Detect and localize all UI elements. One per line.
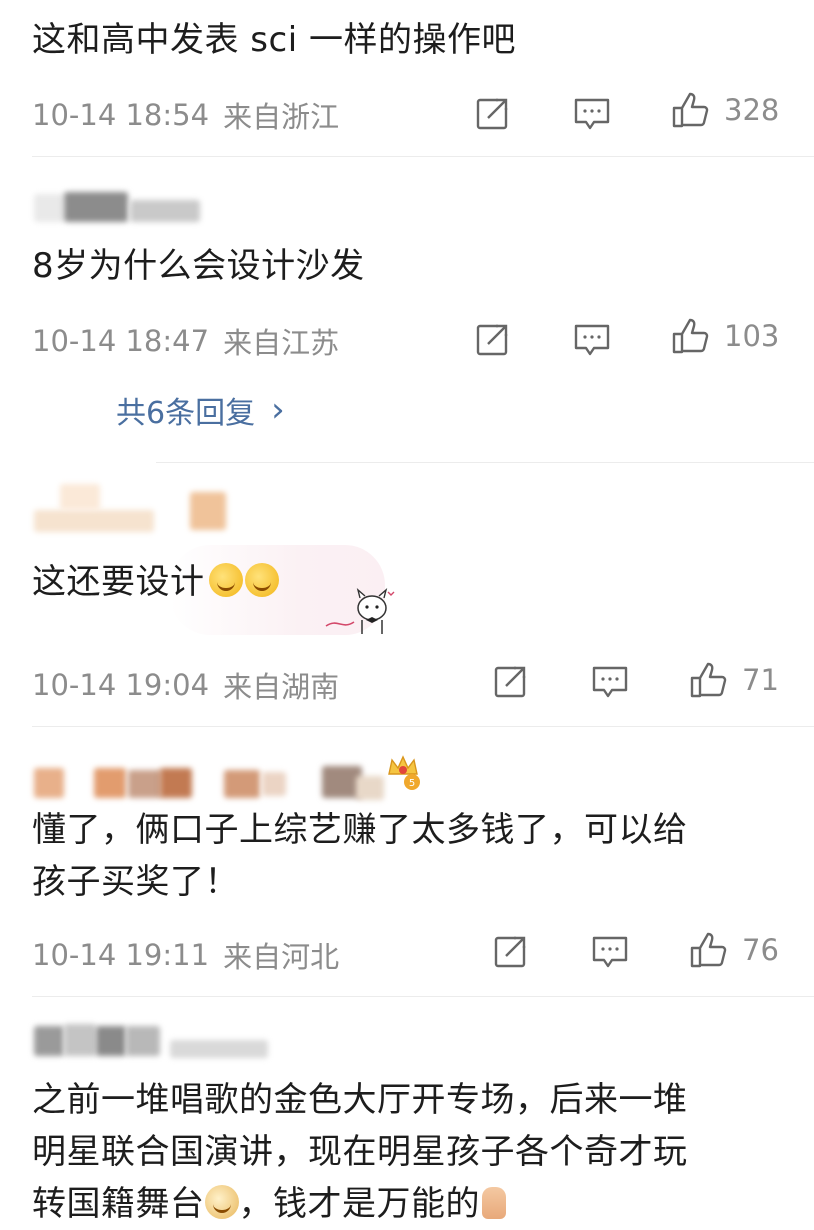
like-button[interactable]: 76 bbox=[688, 930, 779, 970]
comment-line-part: 转国籍舞台 bbox=[32, 1184, 205, 1224]
comment-line: 明星联合国演讲，现在明星孩子各个奇才玩 bbox=[32, 1132, 688, 1172]
like-count: 71 bbox=[742, 663, 779, 697]
replies-count-label: 共6条回复 bbox=[116, 396, 256, 431]
thumbs-up-icon bbox=[672, 92, 709, 128]
comment-line: 之前一堆唱歌的金色大厅开专场，后来一堆 bbox=[32, 1080, 688, 1120]
timestamp: 10-14 19:11 bbox=[32, 938, 210, 972]
svg-text:5: 5 bbox=[409, 778, 415, 789]
crown-badge-icon: 5 bbox=[388, 755, 420, 790]
grin-emoji-icon bbox=[244, 563, 279, 597]
comment-icon[interactable] bbox=[590, 662, 630, 702]
comment-text: 懂了，俩口子上综艺赚了太多钱了，可以给 孩子买奖了！ bbox=[32, 804, 688, 908]
comment-line-part: ，钱才是万能的 bbox=[238, 1184, 480, 1224]
comment-meta: 10-14 19:11 来自河北 bbox=[32, 934, 339, 976]
comment-text: 这还要设计 bbox=[32, 556, 279, 608]
comment-icon[interactable] bbox=[572, 320, 612, 360]
comment-text: 之前一堆唱歌的金色大厅开专场，后来一堆 明星联合国演讲，现在明星孩子各个奇才玩 … bbox=[32, 1074, 688, 1230]
divider bbox=[32, 156, 814, 157]
divider bbox=[32, 996, 814, 997]
thumbs-up-icon bbox=[672, 318, 709, 354]
grin-emoji-icon bbox=[208, 563, 243, 597]
location: 来自湖南 bbox=[223, 670, 340, 704]
finger-heart-emoji-icon bbox=[482, 1187, 506, 1219]
like-button[interactable]: 328 bbox=[670, 90, 779, 130]
like-button[interactable]: 71 bbox=[688, 660, 779, 700]
chevron-right-icon: › bbox=[271, 390, 285, 430]
thumbs-up-icon bbox=[690, 662, 727, 698]
divider bbox=[32, 726, 814, 727]
divider bbox=[156, 462, 814, 463]
share-icon[interactable] bbox=[472, 320, 512, 360]
share-icon[interactable] bbox=[490, 662, 530, 702]
doge-emoji-icon bbox=[204, 1185, 239, 1219]
like-count: 328 bbox=[724, 93, 780, 127]
location: 来自河北 bbox=[223, 940, 340, 974]
like-count: 76 bbox=[742, 933, 779, 967]
like-button[interactable]: 103 bbox=[670, 316, 779, 356]
timestamp: 10-14 18:54 bbox=[32, 98, 210, 132]
timestamp: 10-14 18:47 bbox=[32, 324, 210, 358]
share-icon[interactable] bbox=[490, 932, 530, 972]
comment-icon[interactable] bbox=[590, 932, 630, 972]
share-icon[interactable] bbox=[472, 94, 512, 134]
comment-text: 8岁为什么会设计沙发 bbox=[32, 246, 365, 286]
comment-icon[interactable] bbox=[572, 94, 612, 134]
comment-meta: 10-14 19:04 来自湖南 bbox=[32, 664, 339, 706]
comment-text: 这和高中发表 sci 一样的操作吧 bbox=[32, 20, 516, 60]
timestamp: 10-14 19:04 bbox=[32, 668, 210, 702]
location: 来自江苏 bbox=[223, 326, 340, 360]
comment-text-body: 这还要设计 bbox=[32, 562, 205, 602]
comment-meta: 10-14 18:54 来自浙江 bbox=[32, 94, 339, 136]
location: 来自浙江 bbox=[223, 100, 340, 134]
puppy-sticker-icon bbox=[325, 588, 395, 634]
comment-line: 孩子买奖了！ bbox=[32, 862, 239, 902]
like-count: 103 bbox=[724, 319, 780, 353]
thumbs-up-icon bbox=[690, 932, 727, 968]
comment-line: 懂了，俩口子上综艺赚了太多钱了，可以给 bbox=[32, 810, 688, 850]
comment-meta: 10-14 18:47 来自江苏 bbox=[32, 320, 339, 362]
view-replies-link[interactable]: 共6条回复 › bbox=[116, 388, 285, 432]
comment-line: 转国籍舞台 ，钱才是万能的 bbox=[32, 1178, 688, 1230]
